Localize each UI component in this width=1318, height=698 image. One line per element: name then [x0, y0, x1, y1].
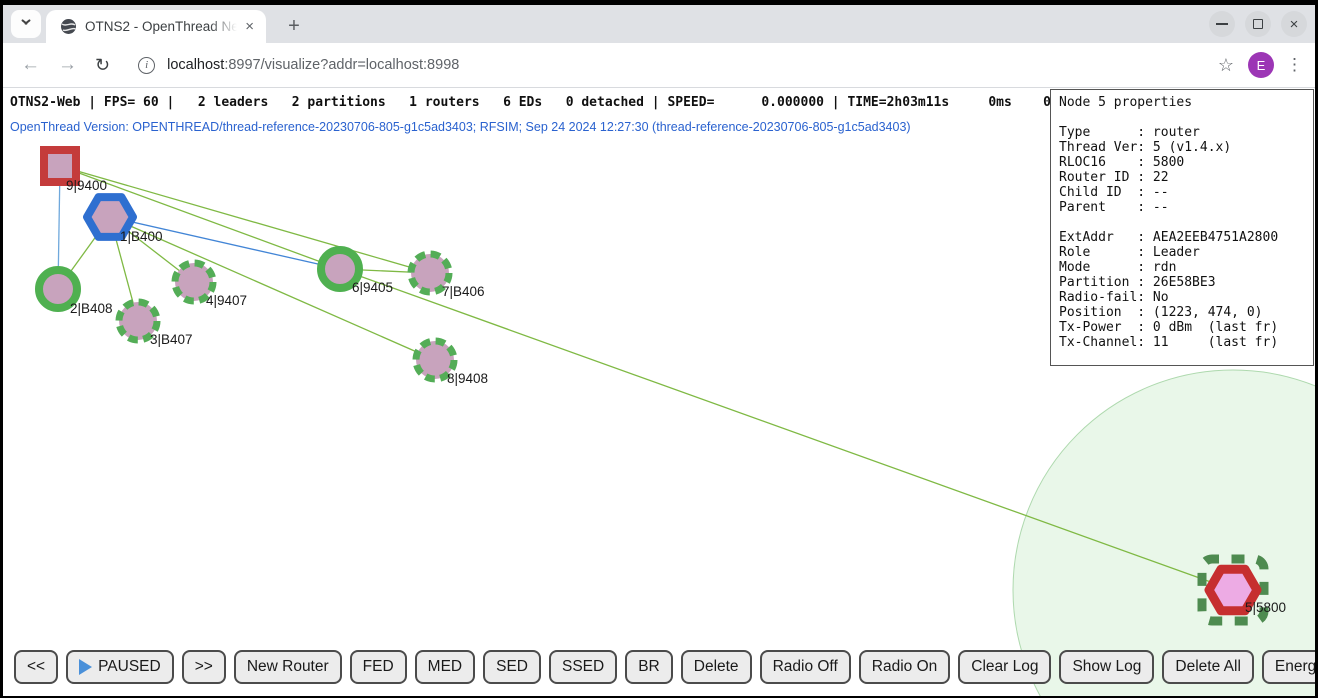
profile-avatar[interactable]: E — [1248, 52, 1274, 78]
node-1[interactable]: 1|B400 — [87, 197, 163, 244]
title-bar: OTNS2 - OpenThread Ne × + × — [3, 5, 1315, 43]
otns-visualizer-page: 9|9400 1|B400 2|B408 3|B407 4|9407 6|9405 7|B4… — [3, 88, 1315, 696]
toolbar-button-label: MED — [428, 658, 462, 676]
toolbar-button-[interactable]: >> — [182, 650, 226, 684]
toolbar-button-fed[interactable]: FED — [350, 650, 407, 684]
toolbar-button-radio-on[interactable]: Radio On — [859, 650, 950, 684]
node-4[interactable]: 4|9407 — [175, 263, 247, 308]
node-label: 3|B407 — [150, 332, 193, 347]
node-properties-title: Node 5 properties — [1059, 95, 1305, 110]
browser-tab[interactable]: OTNS2 - OpenThread Ne × — [46, 10, 266, 43]
back-icon[interactable]: ← — [21, 54, 40, 76]
node-label: 6|9405 — [352, 280, 393, 295]
url-host: localhost — [167, 57, 224, 73]
forward-icon[interactable]: → — [58, 54, 77, 76]
window-close-button[interactable]: × — [1281, 11, 1307, 37]
toolbar-button-label: Radio On — [872, 658, 937, 676]
node-3[interactable]: 3|B407 — [119, 302, 193, 347]
minimize-icon — [1216, 23, 1228, 25]
toolbar-button-label: Radio Off — [773, 658, 838, 676]
simulation-status-bar: OTNS2-Web | FPS= 60 | 2 leaders 2 partit… — [10, 95, 1067, 110]
toolbar-button-label: FED — [363, 658, 394, 676]
toolbar-button-label: Delete — [694, 658, 739, 676]
toolbar-button-ssed[interactable]: SSED — [549, 650, 617, 684]
tab-close-icon[interactable]: × — [241, 17, 258, 36]
node-6[interactable]: 6|9405 — [321, 250, 393, 295]
tab-favicon-globe-icon — [60, 18, 77, 35]
node-8[interactable]: 8|9408 — [416, 341, 488, 386]
radio-range-circle — [1013, 370, 1315, 696]
simulation-toolbar: << PAUSED >> New Router FED MED SED SSED BR Delet… — [14, 650, 1315, 684]
toolbar-button-label: BR — [638, 658, 660, 676]
toolbar-button-label: SSED — [562, 658, 604, 676]
browser-window: OTNS2 - OpenThread Ne × + × ← → ↻ i loca… — [3, 5, 1315, 696]
browser-menu-icon[interactable]: ⋮ — [1286, 55, 1303, 75]
url-path: :8997/visualize?addr=localhost:8998 — [224, 57, 459, 73]
node-properties-panel: Node 5 properties Type : router Thread V… — [1050, 89, 1314, 366]
toolbar-button-label: New Router — [247, 658, 329, 676]
node-label: 4|9407 — [206, 293, 247, 308]
chevron-down-icon — [21, 21, 31, 27]
toolbar-button-label: PAUSED — [98, 658, 161, 676]
toolbar-button-clear-log[interactable]: Clear Log — [958, 650, 1051, 684]
node-7[interactable]: 7|B406 — [411, 254, 485, 299]
toolbar-button-delete[interactable]: Delete — [681, 650, 752, 684]
node-label: 5|5800 — [1245, 600, 1286, 615]
toolbar-button-[interactable]: << — [14, 650, 58, 684]
maximize-icon — [1253, 19, 1263, 29]
toolbar-button-paused[interactable]: PAUSED — [66, 650, 174, 684]
node-label: 2|B408 — [70, 301, 113, 316]
site-info-icon[interactable]: i — [138, 57, 155, 74]
toolbar-button-med[interactable]: MED — [415, 650, 475, 684]
openthread-version-line: OpenThread Version: OPENTHREAD/thread-re… — [10, 120, 911, 134]
node-label: 8|9408 — [447, 371, 488, 386]
toolbar-button-new-router[interactable]: New Router — [234, 650, 342, 684]
url-input[interactable]: i localhost:8997/visualize?addr=localhos… — [124, 48, 1210, 82]
window-maximize-button[interactable] — [1245, 11, 1271, 37]
node-label: 1|B400 — [120, 229, 163, 244]
toolbar-button-label: Show Log — [1072, 658, 1141, 676]
tab-title: OTNS2 - OpenThread Ne — [85, 19, 237, 34]
toolbar-button-delete-all[interactable]: Delete All — [1162, 650, 1253, 684]
node-label: 7|B406 — [442, 284, 485, 299]
toolbar-button-radio-off[interactable]: Radio Off — [760, 650, 851, 684]
toolbar-button-label: Energy-stats — [1275, 658, 1315, 676]
reload-icon[interactable]: ↻ — [95, 55, 110, 76]
node-label: 9|9400 — [66, 178, 107, 193]
url-text: localhost:8997/visualize?addr=localhost:… — [167, 57, 459, 73]
toolbar-button-sed[interactable]: SED — [483, 650, 541, 684]
toolbar-button-br[interactable]: BR — [625, 650, 673, 684]
toolbar-button-label: << — [27, 658, 45, 676]
node-9[interactable]: 9|9400 — [44, 150, 107, 193]
new-tab-button[interactable]: + — [281, 13, 307, 39]
node-properties-body: Type : router Thread Ver: 5 (v1.4.x) RLO… — [1059, 125, 1305, 350]
window-minimize-button[interactable] — [1209, 11, 1235, 37]
toolbar-button-show-log[interactable]: Show Log — [1059, 650, 1154, 684]
toolbar-button-label: >> — [195, 658, 213, 676]
toolbar-button-label: SED — [496, 658, 528, 676]
play-icon — [79, 659, 92, 675]
address-bar: ← → ↻ i localhost:8997/visualize?addr=lo… — [3, 43, 1315, 88]
bookmark-star-icon[interactable]: ☆ — [1218, 55, 1234, 76]
toolbar-button-label: Delete All — [1175, 658, 1240, 676]
node-2[interactable]: 2|B408 — [39, 270, 113, 316]
toolbar-button-energy-stats[interactable]: Energy-stats↗ — [1262, 650, 1315, 684]
toolbar-button-label: Clear Log — [971, 658, 1038, 676]
tab-search-button[interactable] — [11, 10, 41, 38]
